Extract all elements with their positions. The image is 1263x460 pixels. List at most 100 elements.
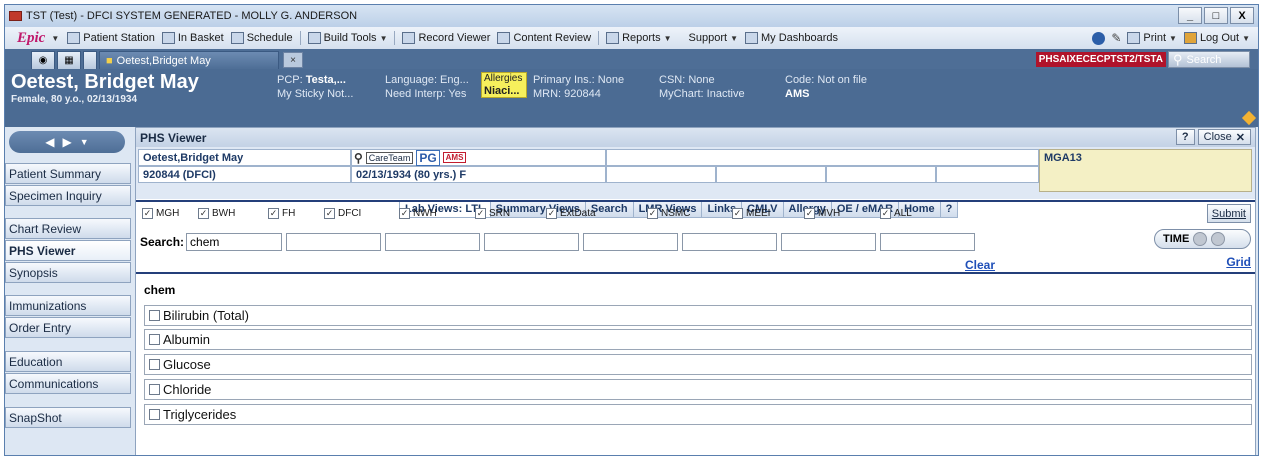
checkbox-checked[interactable]: ✓ (198, 208, 209, 219)
checkbox-unchecked[interactable] (149, 334, 160, 345)
lab-search-input-6[interactable] (682, 233, 778, 251)
careteam-button[interactable]: CareTeam (365, 151, 414, 164)
home-tab-icon[interactable]: ◉ (31, 51, 55, 69)
menu-patient-station[interactable]: Patient Station (67, 32, 155, 44)
sidebar-item-phs-viewer[interactable]: PHS Viewer (5, 240, 131, 261)
sidebar-item-communications[interactable]: Communications (5, 373, 131, 394)
epic-search-input[interactable]: ⚲ Search (1168, 51, 1250, 68)
checkbox-checked[interactable]: ✓ (268, 208, 279, 219)
pg-button[interactable]: PG (416, 149, 440, 166)
menu-support[interactable]: Support ▼ (689, 32, 738, 44)
pen-icon[interactable]: ✎ (1111, 31, 1121, 45)
sidebar-item-immunizations[interactable]: Immunizations (5, 295, 131, 316)
sidebar-item-synopsis[interactable]: Synopsis (5, 262, 131, 283)
hospital-checkbox-fh[interactable]: ✓ FH (268, 208, 295, 219)
checkbox-checked[interactable]: ✓ (804, 208, 815, 219)
desktop-tab-icon[interactable]: ▦ (57, 51, 81, 69)
menu-schedule[interactable]: Schedule (230, 32, 293, 44)
sidebar-item-specimen-inquiry[interactable]: Specimen Inquiry (5, 185, 131, 206)
hospital-checkbox-bwh[interactable]: ✓ BWH (198, 208, 235, 219)
menu-record-viewer[interactable]: Record Viewer (402, 32, 490, 44)
globe-icon[interactable] (1092, 31, 1106, 45)
forward-arrow-icon[interactable]: ▶ (63, 135, 72, 149)
menu-print[interactable]: Print ▼ (1127, 32, 1177, 44)
pencil-icon[interactable] (1241, 110, 1257, 126)
test-row-albumin[interactable]: Albumin (144, 329, 1252, 350)
hospital-checkbox-meei[interactable]: ✓ MEEI (732, 208, 770, 219)
lab-search-input-8[interactable] (880, 233, 976, 251)
hospital-checkbox-mgh[interactable]: ✓ MGH (142, 208, 179, 219)
menu-log-out[interactable]: Log Out ▼ (1183, 32, 1250, 44)
clear-link[interactable]: Clear (965, 258, 995, 272)
patient-station-icon (67, 32, 81, 44)
menu-content-review[interactable]: Content Review (497, 32, 591, 44)
epic-menu-caret-icon[interactable]: ▼ (51, 34, 59, 43)
time-toggle[interactable]: TIME (1154, 229, 1251, 249)
test-row-triglycerides[interactable]: Triglycerides (144, 404, 1252, 425)
ams-field: AMS (785, 88, 810, 100)
hospital-checkbox-all[interactable]: ✓ ALL (880, 208, 912, 219)
lab-search-input-4[interactable] (484, 233, 580, 251)
time-up-icon[interactable] (1193, 232, 1208, 246)
time-down-icon[interactable] (1211, 232, 1226, 246)
hospital-checkbox-dfci[interactable]: ✓ DFCI (324, 208, 361, 219)
code-status-field: Code: Not on file (785, 74, 867, 86)
checkbox-unchecked[interactable] (149, 310, 160, 321)
checkbox-unchecked[interactable] (149, 384, 160, 395)
test-row-glucose[interactable]: Glucose (144, 354, 1252, 375)
checkbox-checked[interactable]: ✓ (546, 208, 557, 219)
submit-button[interactable]: Submit (1206, 204, 1251, 223)
checkbox-checked[interactable]: ✓ (399, 208, 410, 219)
pcp-field[interactable]: PCP: Testa,... (277, 74, 346, 86)
chevron-down-icon[interactable]: ▼ (80, 137, 89, 147)
sidebar-item-snapshot[interactable]: SnapShot (5, 407, 131, 428)
menu-my-dashboards[interactable]: My Dashboards (745, 32, 838, 44)
checkbox-checked[interactable]: ✓ (475, 208, 486, 219)
allergies-badge[interactable]: Allergies Niaci... (481, 72, 527, 98)
sidebar-item-education[interactable]: Education (5, 351, 131, 372)
help-button[interactable]: ? (1175, 129, 1195, 145)
hospital-checkbox-extdata[interactable]: ✓ ExtData (546, 208, 596, 219)
dashboard-icon (745, 32, 758, 44)
ams-button[interactable]: AMS (442, 152, 467, 163)
menu-reports[interactable]: Reports ▼ (606, 32, 672, 44)
sidebar-item-order-entry[interactable]: Order Entry (5, 317, 131, 338)
nav-back-forward[interactable]: ◀ ▶ ▼ (9, 131, 125, 153)
hospital-checkbox-nsmc[interactable]: ✓ NSMC (647, 208, 690, 219)
lab-search-input-7[interactable] (781, 233, 877, 251)
test-row-chloride[interactable]: Chloride (144, 379, 1252, 400)
checkbox-checked[interactable]: ✓ (732, 208, 743, 219)
checkbox-checked[interactable]: ✓ (142, 208, 153, 219)
hospital-checkbox-nwh[interactable]: ✓ NWH (399, 208, 437, 219)
maximize-button[interactable]: □ (1204, 7, 1228, 24)
hospital-checkbox-mvh[interactable]: ✓ MVH (804, 208, 840, 219)
sticky-note-field[interactable]: My Sticky Not... (277, 88, 353, 100)
lab-search-input-3[interactable] (385, 233, 481, 251)
checkbox-unchecked[interactable] (149, 359, 160, 370)
close-activity-button[interactable]: Close ✕ (1197, 129, 1251, 145)
search-icon[interactable]: ⚲ (354, 151, 363, 165)
test-row-bilirubin[interactable]: Bilirubin (Total) (144, 305, 1252, 326)
lab-search-input-1[interactable] (186, 233, 283, 251)
schedule-tab-icon[interactable] (83, 51, 97, 69)
lab-search-input-5[interactable] (583, 233, 679, 251)
epic-logo[interactable]: Epic (17, 30, 45, 47)
lab-search-input-2[interactable] (286, 233, 382, 251)
hospital-checkbox-srn[interactable]: ✓ SRN (475, 208, 510, 219)
grid-link[interactable]: Grid (1226, 255, 1251, 269)
back-arrow-icon[interactable]: ◀ (45, 135, 54, 149)
tab-patient[interactable]: ■ Oetest,Bridget May (99, 51, 279, 69)
sidebar-item-chart-review[interactable]: Chart Review (5, 218, 131, 239)
menu-separator (394, 31, 396, 45)
sidebar-item-patient-summary[interactable]: Patient Summary (5, 163, 131, 184)
close-window-button[interactable]: X (1230, 7, 1254, 24)
close-tab-button[interactable]: × (283, 52, 303, 68)
checkbox-checked[interactable]: ✓ (324, 208, 335, 219)
minimize-button[interactable]: _ (1178, 7, 1202, 24)
checkbox-checked[interactable]: ✓ (880, 208, 891, 219)
menu-build-tools[interactable]: Build Tools ▼ (307, 32, 387, 44)
language-field: Language: Eng... (385, 74, 469, 86)
menu-in-basket[interactable]: In Basket (161, 32, 224, 44)
checkbox-checked[interactable]: ✓ (647, 208, 658, 219)
checkbox-unchecked[interactable] (149, 409, 160, 420)
